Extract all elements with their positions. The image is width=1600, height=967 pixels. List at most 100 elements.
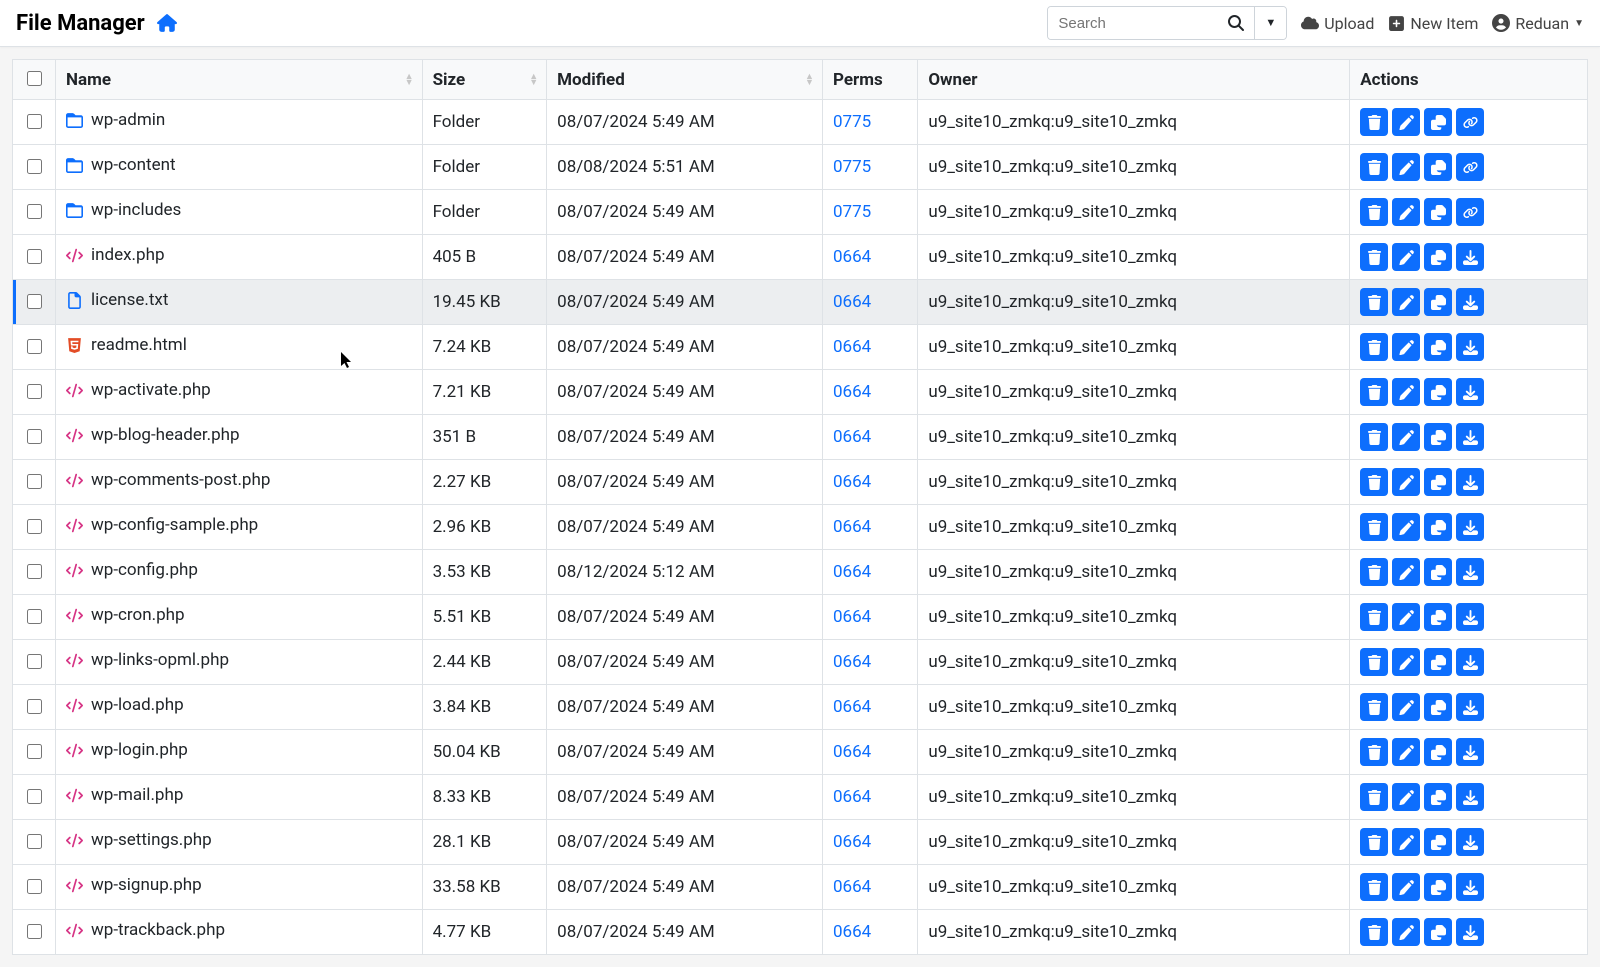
copy-button[interactable] — [1424, 378, 1452, 406]
copy-button[interactable] — [1424, 243, 1452, 271]
delete-button[interactable] — [1360, 378, 1388, 406]
perms-link[interactable]: 0664 — [833, 607, 871, 627]
copy-button[interactable] — [1424, 783, 1452, 811]
perms-link[interactable]: 0664 — [833, 427, 871, 447]
rename-button[interactable] — [1392, 873, 1420, 901]
rename-button[interactable] — [1392, 468, 1420, 496]
delete-button[interactable] — [1360, 468, 1388, 496]
rename-button[interactable] — [1392, 603, 1420, 631]
copy-button[interactable] — [1424, 918, 1452, 946]
row-checkbox[interactable] — [27, 159, 42, 174]
download-button[interactable] — [1456, 873, 1484, 901]
row-checkbox[interactable] — [27, 744, 42, 759]
home-button[interactable] — [157, 13, 177, 33]
delete-button[interactable] — [1360, 198, 1388, 226]
perms-link[interactable]: 0664 — [833, 562, 871, 582]
download-button[interactable] — [1456, 918, 1484, 946]
rename-button[interactable] — [1392, 513, 1420, 541]
copy-button[interactable] — [1424, 513, 1452, 541]
rename-button[interactable] — [1392, 198, 1420, 226]
copy-button[interactable] — [1424, 603, 1452, 631]
file-link[interactable]: wp-comments-post.php — [66, 470, 270, 490]
file-link[interactable]: wp-config-sample.php — [66, 515, 258, 535]
file-link[interactable]: license.txt — [66, 290, 168, 310]
row-checkbox[interactable] — [27, 339, 42, 354]
row-checkbox[interactable] — [27, 879, 42, 894]
file-link[interactable]: readme.html — [66, 335, 187, 355]
download-button[interactable] — [1456, 513, 1484, 541]
delete-button[interactable] — [1360, 873, 1388, 901]
row-checkbox[interactable] — [27, 384, 42, 399]
row-checkbox[interactable] — [27, 654, 42, 669]
col-header-name[interactable]: Name ▲▼ — [56, 60, 423, 100]
download-button[interactable] — [1456, 288, 1484, 316]
link-button[interactable] — [1456, 153, 1484, 181]
row-checkbox[interactable] — [27, 204, 42, 219]
perms-link[interactable]: 0664 — [833, 382, 871, 402]
copy-button[interactable] — [1424, 558, 1452, 586]
file-link[interactable]: wp-settings.php — [66, 830, 212, 850]
col-header-size[interactable]: Size ▲▼ — [422, 60, 547, 100]
delete-button[interactable] — [1360, 333, 1388, 361]
copy-button[interactable] — [1424, 108, 1452, 136]
file-link[interactable]: wp-admin — [66, 110, 165, 130]
rename-button[interactable] — [1392, 288, 1420, 316]
download-button[interactable] — [1456, 828, 1484, 856]
upload-button[interactable]: Upload — [1301, 14, 1374, 33]
perms-link[interactable]: 0664 — [833, 787, 871, 807]
rename-button[interactable] — [1392, 243, 1420, 271]
delete-button[interactable] — [1360, 693, 1388, 721]
file-link[interactable]: wp-config.php — [66, 560, 198, 580]
copy-button[interactable] — [1424, 468, 1452, 496]
rename-button[interactable] — [1392, 558, 1420, 586]
file-link[interactable]: wp-links-opml.php — [66, 650, 229, 670]
row-checkbox[interactable] — [27, 429, 42, 444]
file-link[interactable]: wp-cron.php — [66, 605, 185, 625]
download-button[interactable] — [1456, 648, 1484, 676]
copy-button[interactable] — [1424, 828, 1452, 856]
download-button[interactable] — [1456, 603, 1484, 631]
file-link[interactable]: wp-load.php — [66, 695, 184, 715]
download-button[interactable] — [1456, 423, 1484, 451]
copy-button[interactable] — [1424, 423, 1452, 451]
perms-link[interactable]: 0775 — [833, 202, 871, 222]
rename-button[interactable] — [1392, 783, 1420, 811]
rename-button[interactable] — [1392, 423, 1420, 451]
delete-button[interactable] — [1360, 648, 1388, 676]
file-link[interactable]: wp-login.php — [66, 740, 188, 760]
download-button[interactable] — [1456, 243, 1484, 271]
copy-button[interactable] — [1424, 288, 1452, 316]
perms-link[interactable]: 0775 — [833, 157, 871, 177]
download-button[interactable] — [1456, 558, 1484, 586]
row-checkbox[interactable] — [27, 924, 42, 939]
delete-button[interactable] — [1360, 513, 1388, 541]
rename-button[interactable] — [1392, 738, 1420, 766]
file-link[interactable]: wp-signup.php — [66, 875, 202, 895]
perms-link[interactable]: 0664 — [833, 247, 871, 267]
file-link[interactable]: wp-content — [66, 155, 176, 175]
file-link[interactable]: wp-trackback.php — [66, 920, 225, 940]
rename-button[interactable] — [1392, 693, 1420, 721]
perms-link[interactable]: 0664 — [833, 517, 871, 537]
file-link[interactable]: wp-blog-header.php — [66, 425, 240, 445]
copy-button[interactable] — [1424, 738, 1452, 766]
rename-button[interactable] — [1392, 918, 1420, 946]
row-checkbox[interactable] — [27, 834, 42, 849]
copy-button[interactable] — [1424, 873, 1452, 901]
rename-button[interactable] — [1392, 378, 1420, 406]
delete-button[interactable] — [1360, 783, 1388, 811]
row-checkbox[interactable] — [27, 519, 42, 534]
copy-button[interactable] — [1424, 198, 1452, 226]
row-checkbox[interactable] — [27, 789, 42, 804]
perms-link[interactable]: 0775 — [833, 112, 871, 132]
row-checkbox[interactable] — [27, 609, 42, 624]
delete-button[interactable] — [1360, 603, 1388, 631]
download-button[interactable] — [1456, 468, 1484, 496]
search-input[interactable] — [1048, 7, 1218, 39]
perms-link[interactable]: 0664 — [833, 652, 871, 672]
file-link[interactable]: wp-activate.php — [66, 380, 211, 400]
download-button[interactable] — [1456, 333, 1484, 361]
delete-button[interactable] — [1360, 288, 1388, 316]
row-checkbox[interactable] — [27, 249, 42, 264]
copy-button[interactable] — [1424, 648, 1452, 676]
